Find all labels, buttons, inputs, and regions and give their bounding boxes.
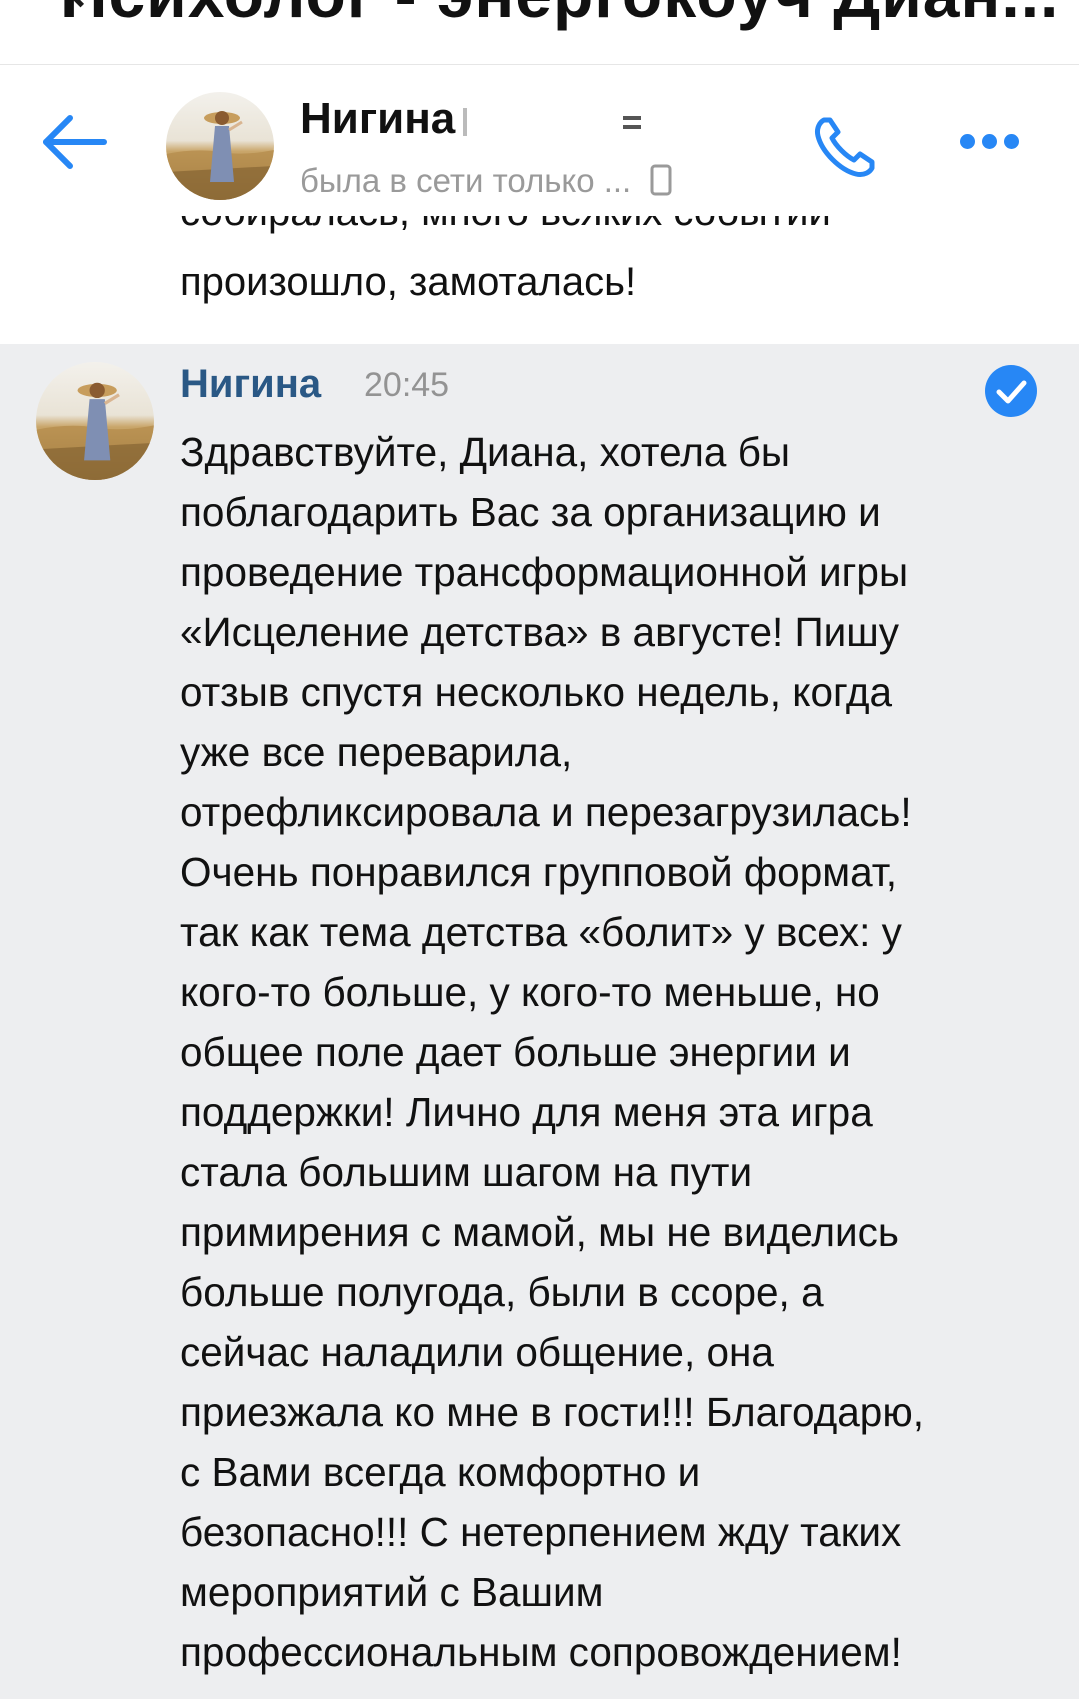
contact-avatar[interactable] bbox=[166, 92, 274, 200]
phone-device-icon bbox=[650, 164, 672, 196]
message-line: «Исцеление детства» в августе! Пишу bbox=[180, 609, 900, 655]
message-text: Здравствуйте, Диана, хотела бы поблагода… bbox=[180, 422, 1060, 1682]
selected-check-button[interactable] bbox=[984, 364, 1038, 418]
message-line: приезжала ко мне в гости!!! Благодарю, bbox=[180, 1389, 924, 1435]
selected-message[interactable]: Нигина 20:45 Здравствуйте, Диана, хотела… bbox=[0, 344, 1079, 1699]
cut-title: Психолог - энергокоуч Диан... bbox=[60, 0, 1059, 32]
message-line: примирения с мамой, мы не виделись bbox=[180, 1209, 900, 1255]
chat-header: Нигина была в сети только ... bbox=[0, 66, 1079, 216]
check-circle-icon bbox=[985, 365, 1037, 417]
message-line: поддержки! Лично для меня эта игра bbox=[180, 1089, 873, 1135]
message-line: отзыв спустя несколько недель, когда bbox=[180, 669, 893, 715]
message-line: мероприятий с Вашим bbox=[180, 1569, 604, 1615]
back-arrow-icon bbox=[43, 115, 107, 169]
previous-message-cut-line: собиралась, много всяких событий bbox=[180, 216, 831, 235]
message-line: безопасно!!! С нетерпением жду таких bbox=[180, 1509, 902, 1555]
message-line: общее поле дает больше энергии и bbox=[180, 1029, 851, 1075]
message-line: больше полугода, были в ссоре, а bbox=[180, 1269, 824, 1315]
message-line: уже все переварила, bbox=[180, 729, 573, 775]
more-dots-icon bbox=[960, 134, 975, 149]
call-button[interactable] bbox=[810, 112, 880, 182]
contact-name[interactable]: Нигина bbox=[300, 94, 714, 144]
message-line: так как тема детства «болит» у всех: у bbox=[180, 909, 902, 955]
obscured-surname bbox=[463, 106, 714, 137]
message-time: 20:45 bbox=[364, 366, 450, 404]
back-button[interactable] bbox=[40, 114, 110, 170]
phone-icon bbox=[815, 117, 875, 177]
previous-message: собиралась, много всяких событий произош… bbox=[0, 216, 1079, 344]
message-line: с Вами всегда комфортно и bbox=[180, 1449, 701, 1495]
contact-status: была в сети только ... bbox=[300, 162, 672, 200]
message-line: профессиональным сопровождением! bbox=[180, 1629, 902, 1675]
message-line: стала большим шагом на пути bbox=[180, 1149, 753, 1195]
message-line: отрефликсировала и перезагрузилась! bbox=[180, 789, 912, 835]
previous-message-line: произошло, замоталась! bbox=[180, 260, 637, 304]
more-button[interactable] bbox=[960, 134, 1030, 164]
message-line: Очень понравился групповой формат, bbox=[180, 849, 898, 895]
message-line: проведение трансформационной игры bbox=[180, 549, 909, 595]
message-author[interactable]: Нигина bbox=[180, 362, 321, 407]
message-line: сейчас наладили общение, она bbox=[180, 1329, 774, 1375]
author-avatar[interactable] bbox=[36, 362, 154, 480]
message-line: кого-то больше, у кого-то меньше, но bbox=[180, 969, 880, 1015]
message-line: поблагодарить Вас за организацию и bbox=[180, 489, 881, 535]
message-line: Здравствуйте, Диана, хотела бы bbox=[180, 429, 791, 475]
previous-title-strip: Психолог - энергокоуч Диан... bbox=[0, 0, 1079, 65]
